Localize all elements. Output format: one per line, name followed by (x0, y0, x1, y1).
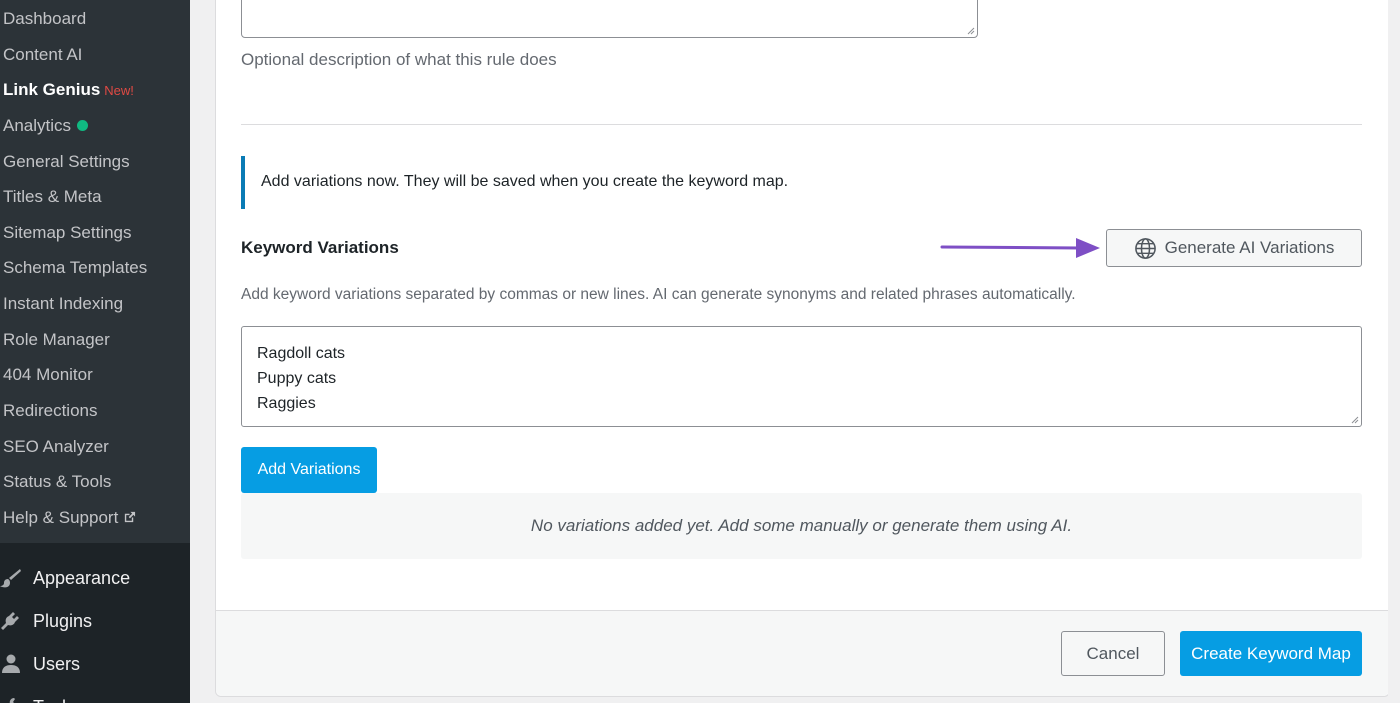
create-keyword-map-button[interactable]: Create Keyword Map (1180, 631, 1362, 676)
sidebar-item-link-genius[interactable]: Link Genius New! (3, 78, 134, 102)
status-dot-icon (77, 120, 89, 131)
sidebar-item-content-ai[interactable]: Content AI (3, 43, 82, 67)
sidebar-item-label: Role Manager (3, 330, 110, 349)
sidebar-item-schema-templates[interactable]: Schema Templates (3, 256, 147, 280)
resize-grip-icon (1351, 416, 1359, 424)
plugin-icon (1, 612, 19, 630)
annotation-arrow-icon (940, 238, 1100, 258)
sidebar-item-label: Content AI (3, 45, 83, 64)
keyword-variations-heading: Keyword Variations (241, 238, 399, 257)
sidebar-item-label: Link Genius (3, 80, 101, 99)
tools-icon (9, 698, 19, 703)
sidebar-item-dashboard[interactable]: Dashboard (3, 7, 86, 31)
notice-text: Add variations now. They will be saved w… (261, 173, 789, 190)
info-notice: Add variations now. They will be saved w… (241, 156, 1362, 209)
sidebar-item-label: Status & Tools (3, 472, 112, 491)
generate-button-label: Generate AI Variations (1164, 238, 1335, 257)
section-divider (241, 124, 1362, 125)
sidebar-item-label: Help & Support (3, 508, 119, 527)
users-icon (2, 654, 20, 673)
variation-line: Ragdoll cats (257, 345, 346, 362)
add-variations-button[interactable]: Add Variations (241, 447, 377, 493)
rank-math-submenu: Dashboard Content AI Link Genius New! Ana… (0, 0, 190, 543)
sidebar-item-analytics[interactable]: Analytics (3, 114, 89, 138)
empty-variations-message: No variations added yet. Add some manual… (241, 493, 1362, 559)
sidebar-item-titles-meta[interactable]: Titles & Meta (3, 185, 102, 209)
variations-textarea[interactable]: Ragdoll cats Puppy cats Raggies (241, 326, 1362, 427)
sidebar-item-label: Plugins (33, 611, 93, 631)
paintbrush-icon (0, 569, 21, 588)
variations-help-text: Add keyword variations separated by comm… (241, 286, 1076, 303)
sidebar-item-sitemap-settings[interactable]: Sitemap Settings (3, 221, 132, 245)
sidebar-item-help-support[interactable]: Help & Support (3, 506, 136, 530)
sidebar-item-label: Analytics (3, 116, 72, 135)
new-badge: New! (104, 83, 134, 98)
sidebar-item-label: Schema Templates (3, 258, 148, 277)
variation-line: Raggies (257, 395, 316, 412)
sidebar-item-label: Titles & Meta (3, 187, 102, 206)
sidebar-item-label: SEO Analyzer (3, 437, 109, 456)
variation-line: Puppy cats (257, 370, 337, 387)
sidebar-item-redirections[interactable]: Redirections (3, 399, 98, 423)
sidebar-item-label: 404 Monitor (3, 365, 93, 384)
sidebar-item-label: Users (33, 654, 81, 674)
sidebar-item-label: Tools (33, 692, 75, 703)
sidebar-item-seo-analyzer[interactable]: SEO Analyzer (3, 435, 109, 459)
sidebar-item-label: General Settings (3, 152, 130, 171)
page-scrollbar[interactable] (1388, 0, 1400, 703)
resize-grip-icon (967, 27, 975, 35)
sidebar-item-label: Dashboard (3, 9, 87, 28)
sidebar-item-general-settings[interactable]: General Settings (3, 150, 130, 174)
description-textarea[interactable] (241, 0, 978, 38)
sidebar-item-instant-indexing[interactable]: Instant Indexing (3, 292, 123, 316)
cancel-button[interactable]: Cancel (1061, 631, 1165, 676)
sidebar-item-label: Redirections (3, 401, 98, 420)
sidebar-item-role-manager[interactable]: Role Manager (3, 328, 110, 352)
sidebar-item-status-tools[interactable]: Status & Tools (3, 470, 111, 494)
generate-ai-variations-button[interactable]: Generate AI Variations (1106, 229, 1362, 267)
globe-icon (1134, 237, 1156, 259)
description-help-text: Optional description of what this rule d… (241, 50, 557, 69)
external-link-icon (125, 511, 136, 523)
sidebar-item-label: Instant Indexing (3, 294, 124, 313)
sidebar-item-label: Appearance (33, 568, 131, 588)
admin-sidebar: Dashboard Content AI Link Genius New! Ana… (0, 0, 190, 703)
sidebar-item-404-monitor[interactable]: 404 Monitor (3, 363, 93, 387)
sidebar-item-label: Sitemap Settings (3, 223, 132, 242)
